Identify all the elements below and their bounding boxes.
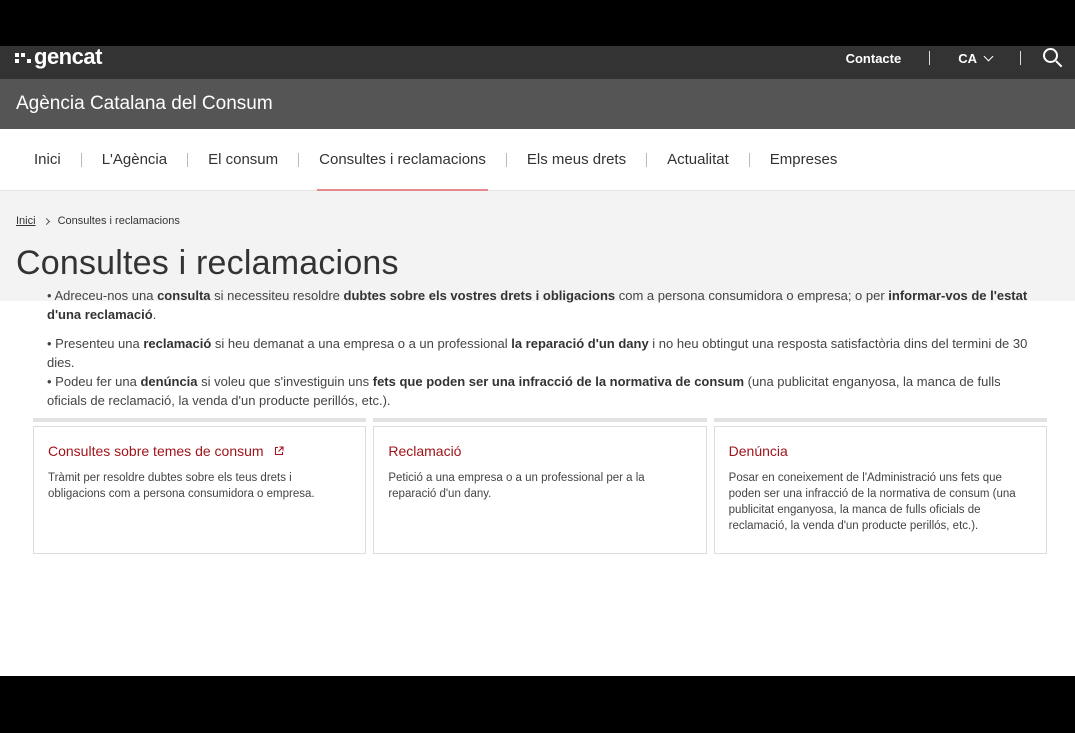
nav-divider [646,152,648,167]
nav-item-actualitat[interactable]: Actualitat [667,129,729,191]
gencat-logo-icon [15,53,31,63]
breadcrumb-home-link[interactable]: Inici [16,215,36,227]
nav-item-inici[interactable]: Inici [34,129,61,191]
screen-frame-top [0,0,1075,46]
agency-name[interactable]: Agència Catalana del Consum [16,93,273,115]
card-title[interactable]: Denúncia [729,443,1032,459]
card-title[interactable]: Consultes sobre temes de consum [48,443,351,459]
nav-divider [80,152,82,167]
card-description: Petició a una empresa o a un professiona… [388,472,645,500]
nav-divider [187,152,189,167]
nav-item-consultes-reclamacions[interactable]: Consultes i reclamacions [317,129,488,192]
external-link-icon [274,446,284,456]
screen-frame-bottom [0,676,1075,733]
nav-item-els-meus-drets[interactable]: Els meus drets [527,129,626,191]
card-denuncia[interactable]: Denúncia Posar en coneixement de l'Admin… [713,418,1047,554]
gencat-logo[interactable]: gencat [15,46,102,69]
card-description: Tràmit per resoldre dubtes sobre els teu… [48,472,315,500]
breadcrumb-current: Consultes i reclamacions [57,215,180,227]
agency-header: Agència Catalana del Consum [0,79,1075,129]
chevron-down-icon [983,51,994,61]
main-navigation: Inici L'Agència El consum Consultes i re… [0,129,1075,192]
procedure-cards: Consultes sobre temes de consum Tràmit p… [33,418,1047,554]
language-label: CA [958,50,977,66]
language-selector[interactable]: CA [958,50,994,66]
nav-item-el-consum[interactable]: El consum [208,129,278,191]
intro-consulta-paragraph: • Adreceu-nos una consulta si necessiteu… [47,288,1028,322]
nav-divider [748,152,750,167]
page-header: Inici Consultes i reclamacions Consultes… [0,191,1075,301]
contact-link[interactable]: Contacte [846,51,902,66]
nav-item-agencia[interactable]: L'Agència [102,129,167,191]
nav-item-empreses[interactable]: Empreses [770,129,838,191]
gencat-topbar: gencat Contacte CA [0,46,1075,79]
intro-denuncia-paragraph: • Podeu fer una denúncia si voleu que s'… [47,374,1001,408]
card-consultes[interactable]: Consultes sobre temes de consum Tràmit p… [33,418,367,554]
nav-divider [505,152,507,167]
card-title[interactable]: Reclamació [388,443,691,459]
intro-reclamacio-paragraph: • Presenteu una reclamació si heu demana… [47,336,1028,370]
card-reclamacio[interactable]: Reclamació Petició a una empresa o a un … [373,418,707,554]
nav-divider [298,152,300,167]
card-description: Posar en coneixement de l'Administració … [728,472,1016,532]
topbar-divider [1020,51,1021,65]
gencat-logo-text: gencat [34,46,102,69]
chevron-right-icon [42,217,50,225]
intro-text: • Adreceu-nos una consulta si necessiteu… [47,286,1032,420]
page-title: Consultes i reclamacions [16,244,399,282]
topbar-divider [929,51,931,65]
topbar-links: Contacte CA [846,46,1075,70]
search-icon[interactable] [1043,48,1063,68]
breadcrumb: Inici Consultes i reclamacions [16,215,180,227]
